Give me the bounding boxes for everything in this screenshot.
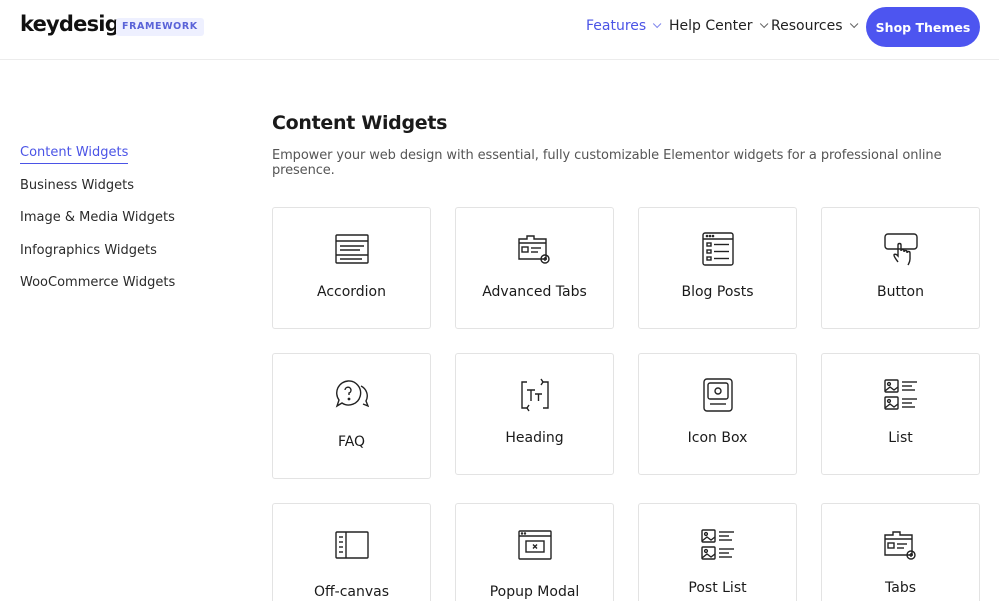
- sidebar-item-label: Business Widgets: [20, 177, 135, 193]
- widget-card-icon-box[interactable]: Icon Box: [638, 353, 797, 475]
- heading-icon: [521, 378, 549, 412]
- page-title: Content Widgets: [272, 112, 448, 134]
- sidebar-item-image-media-widgets[interactable]: Image & Media Widgets: [20, 209, 220, 242]
- widget-card-off-canvas[interactable]: Off-canvas: [272, 503, 431, 601]
- widget-label: Heading: [505, 430, 564, 446]
- sidebar-item-label: Infographics Widgets: [20, 242, 157, 258]
- widget-card-heading[interactable]: Heading: [455, 353, 614, 475]
- widget-card-advanced-tabs[interactable]: Advanced Tabs: [455, 207, 614, 329]
- blog-posts-icon: [702, 232, 734, 266]
- nav-item-help-center[interactable]: Help Center: [669, 18, 768, 34]
- popup-modal-icon: [518, 530, 552, 560]
- widget-label: List: [888, 430, 913, 446]
- page-subtitle: Empower your web design with essential, …: [272, 148, 942, 178]
- nav-item-resources[interactable]: Resources: [771, 18, 858, 34]
- icon-box-icon: [703, 378, 733, 412]
- widget-card-button[interactable]: Button: [821, 207, 980, 329]
- widget-card-popup-modal[interactable]: Popup Modal: [455, 503, 614, 601]
- tabs-icon: [884, 531, 916, 560]
- widget-label: Accordion: [316, 284, 386, 300]
- widget-label: Popup Modal: [489, 584, 580, 600]
- widget-label: FAQ: [337, 434, 366, 450]
- category-sidebar: Content Widgets Business Widgets Image &…: [20, 144, 220, 307]
- accordion-icon: [335, 234, 369, 264]
- widget-label: Icon Box: [687, 430, 748, 446]
- widget-card-blog-posts[interactable]: Blog Posts: [638, 207, 797, 329]
- sidebar-item-content-widgets[interactable]: Content Widgets: [20, 144, 220, 177]
- widget-label: Blog Posts: [681, 284, 754, 300]
- widget-card-faq[interactable]: FAQ: [272, 353, 431, 479]
- sidebar-item-label: Image & Media Widgets: [20, 210, 175, 225]
- widget-label: Off-canvas: [313, 584, 390, 600]
- chevron-down-icon: [653, 19, 662, 29]
- post-list-icon: [701, 529, 734, 560]
- nav-item-label: Features: [586, 18, 647, 34]
- faq-icon: [335, 380, 369, 408]
- shop-themes-button[interactable]: Shop Themes: [866, 7, 980, 47]
- sidebar-item-infographics-widgets[interactable]: Infographics Widgets: [20, 242, 220, 275]
- nav-item-features[interactable]: Features: [586, 18, 662, 34]
- list-icon: [884, 379, 917, 410]
- nav-item-label: Help Center: [669, 18, 753, 34]
- sidebar-item-label: WooCommerce Widgets: [20, 275, 176, 290]
- nav-item-label: Resources: [771, 18, 843, 34]
- advanced-tabs-icon: [518, 235, 550, 264]
- sidebar-item-business-widgets[interactable]: Business Widgets: [20, 177, 220, 210]
- chevron-down-icon: [759, 19, 768, 29]
- off-canvas-icon: [335, 531, 369, 559]
- sidebar-item-label: Content Widgets: [20, 145, 129, 164]
- sidebar-item-woocommerce-widgets[interactable]: WooCommerce Widgets: [20, 274, 220, 307]
- widget-card-post-list[interactable]: Post List: [638, 503, 797, 601]
- button-click-icon: [884, 233, 918, 266]
- widget-label: Advanced Tabs: [482, 284, 587, 300]
- widget-label: Tabs: [885, 580, 916, 596]
- widget-card-accordion[interactable]: Accordion: [272, 207, 431, 329]
- widget-card-list[interactable]: List: [821, 353, 980, 475]
- chevron-down-icon: [849, 19, 858, 29]
- widget-label: Post List: [688, 580, 747, 596]
- framework-badge: FRAMEWORK: [116, 18, 204, 36]
- widget-label: Button: [877, 284, 924, 300]
- widget-card-tabs[interactable]: Tabs: [821, 503, 980, 601]
- site-header: keydesign FRAMEWORK Features Help Center…: [0, 0, 999, 60]
